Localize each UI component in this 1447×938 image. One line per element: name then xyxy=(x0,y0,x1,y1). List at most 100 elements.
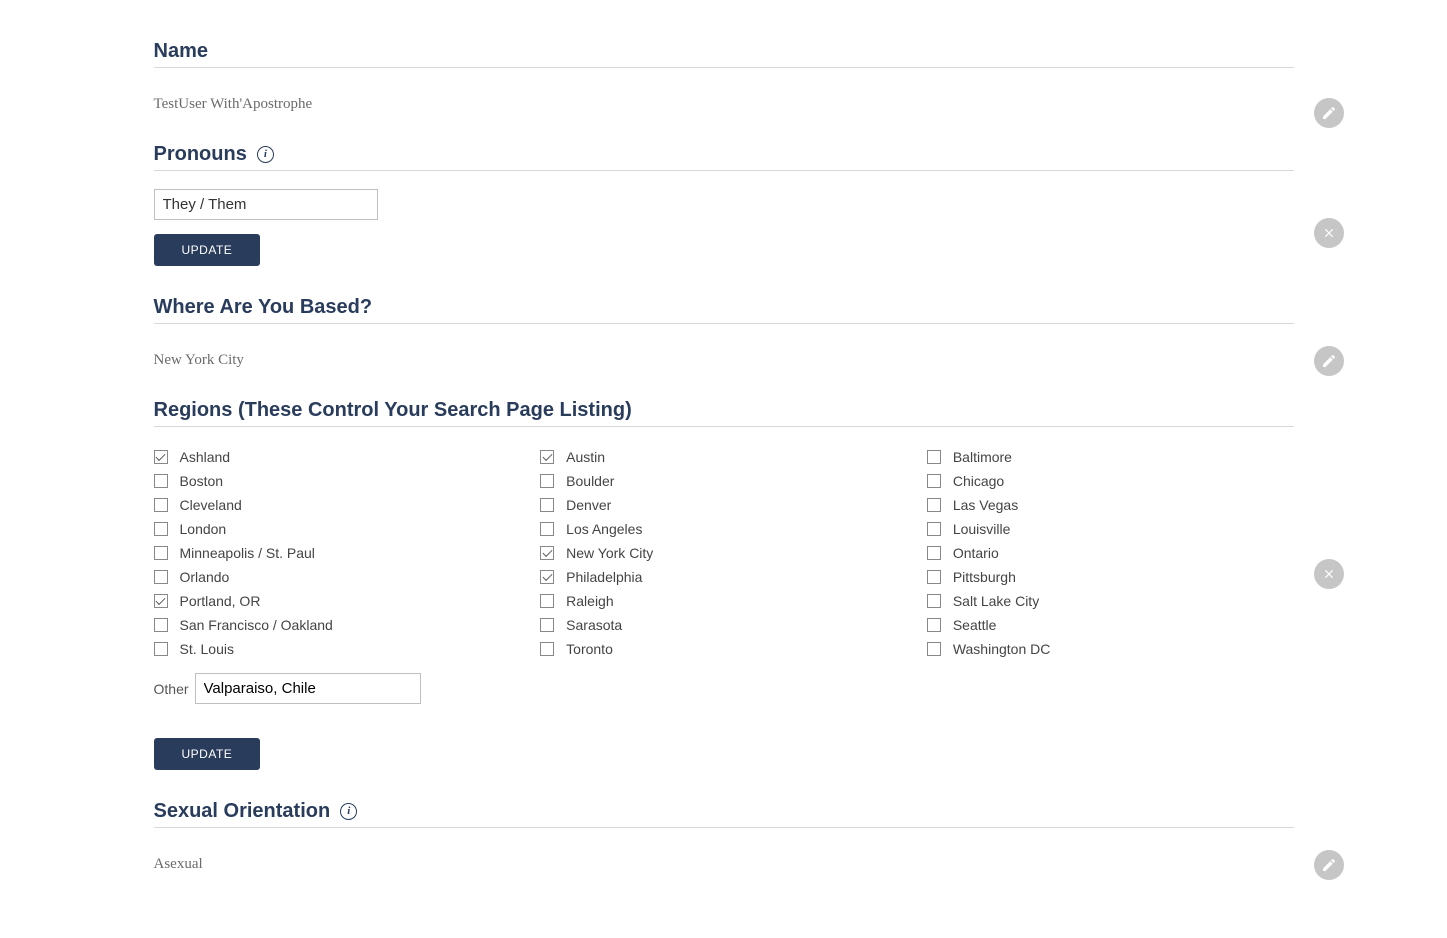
region-checkbox[interactable] xyxy=(154,474,168,488)
orientation-value: Asexual xyxy=(154,856,1294,873)
edit-orientation-button[interactable] xyxy=(1314,850,1344,880)
region-item: New York City xyxy=(540,541,907,565)
region-label: Sarasota xyxy=(566,617,622,633)
heading-orientation: Sexual Orientation i xyxy=(154,800,1294,828)
section-regions: Regions (These Control Your Search Page … xyxy=(154,399,1294,770)
region-checkbox[interactable] xyxy=(927,594,941,608)
region-item: Austin xyxy=(540,445,907,469)
region-checkbox[interactable] xyxy=(540,594,554,608)
region-checkbox[interactable] xyxy=(154,570,168,584)
region-label: Denver xyxy=(566,497,611,513)
region-label: Pittsburgh xyxy=(953,569,1016,585)
region-checkbox[interactable] xyxy=(154,498,168,512)
region-label: Austin xyxy=(566,449,605,465)
region-item: Minneapolis / St. Paul xyxy=(154,541,521,565)
region-item: Raleigh xyxy=(540,589,907,613)
region-item: Sarasota xyxy=(540,613,907,637)
region-item: Baltimore xyxy=(927,445,1294,469)
region-item: San Francisco / Oakland xyxy=(154,613,521,637)
edit-based-button[interactable] xyxy=(1314,346,1344,376)
region-item: Orlando xyxy=(154,565,521,589)
region-checkbox[interactable] xyxy=(154,546,168,560)
region-item: Philadelphia xyxy=(540,565,907,589)
heading-based: Where Are You Based? xyxy=(154,296,1294,324)
region-item: Boston xyxy=(154,469,521,493)
region-label: Philadelphia xyxy=(566,569,642,585)
update-regions-button[interactable]: UPDATE xyxy=(154,738,261,770)
other-label: Other xyxy=(154,681,189,697)
region-label: Salt Lake City xyxy=(953,593,1039,609)
section-pronouns: Pronouns i UPDATE xyxy=(154,143,1294,266)
region-label: Baltimore xyxy=(953,449,1012,465)
region-label: Las Vegas xyxy=(953,497,1018,513)
region-item: Denver xyxy=(540,493,907,517)
region-label: Chicago xyxy=(953,473,1004,489)
region-item: Louisville xyxy=(927,517,1294,541)
region-checkbox[interactable] xyxy=(154,594,168,608)
region-item: Salt Lake City xyxy=(927,589,1294,613)
region-checkbox[interactable] xyxy=(927,498,941,512)
region-label: Louisville xyxy=(953,521,1011,537)
region-checkbox[interactable] xyxy=(927,522,941,536)
region-checkbox[interactable] xyxy=(540,546,554,560)
region-checkbox[interactable] xyxy=(927,570,941,584)
close-icon xyxy=(1322,567,1336,581)
region-item: Las Vegas xyxy=(927,493,1294,517)
region-label: Toronto xyxy=(566,641,613,657)
other-row: Other xyxy=(154,673,1294,704)
region-item: Cleveland xyxy=(154,493,521,517)
region-checkbox[interactable] xyxy=(154,618,168,632)
heading-pronouns-text: Pronouns xyxy=(154,143,247,166)
info-icon[interactable]: i xyxy=(340,803,357,820)
region-label: Seattle xyxy=(953,617,997,633)
region-checkbox[interactable] xyxy=(154,642,168,656)
region-label: Raleigh xyxy=(566,593,613,609)
region-item: Washington DC xyxy=(927,637,1294,661)
region-checkbox[interactable] xyxy=(927,450,941,464)
region-item: Toronto xyxy=(540,637,907,661)
heading-regions: Regions (These Control Your Search Page … xyxy=(154,399,1294,427)
close-pronouns-button[interactable] xyxy=(1314,218,1344,248)
region-checkbox[interactable] xyxy=(927,474,941,488)
region-checkbox[interactable] xyxy=(154,522,168,536)
close-regions-button[interactable] xyxy=(1314,559,1344,589)
update-pronouns-button[interactable]: UPDATE xyxy=(154,234,261,266)
section-orientation: Sexual Orientation i Asexual xyxy=(154,800,1294,873)
regions-grid: Ashland Austin Baltimore Boston Boulder Chica… xyxy=(154,445,1294,661)
region-checkbox[interactable] xyxy=(540,618,554,632)
region-label: Boston xyxy=(180,473,224,489)
region-checkbox[interactable] xyxy=(540,450,554,464)
region-checkbox[interactable] xyxy=(540,642,554,656)
region-label: Washington DC xyxy=(953,641,1051,657)
region-label: Cleveland xyxy=(180,497,242,513)
region-checkbox[interactable] xyxy=(154,450,168,464)
pronouns-input[interactable] xyxy=(154,189,378,220)
region-label: London xyxy=(180,521,227,537)
region-checkbox[interactable] xyxy=(927,618,941,632)
region-checkbox[interactable] xyxy=(927,546,941,560)
region-item: Portland, OR xyxy=(154,589,521,613)
region-label: New York City xyxy=(566,545,653,561)
region-checkbox[interactable] xyxy=(540,522,554,536)
region-label: Boulder xyxy=(566,473,614,489)
other-region-input[interactable] xyxy=(195,673,421,704)
region-label: San Francisco / Oakland xyxy=(180,617,333,633)
region-label: Ontario xyxy=(953,545,999,561)
edit-name-button[interactable] xyxy=(1314,98,1344,128)
region-item: Boulder xyxy=(540,469,907,493)
region-checkbox[interactable] xyxy=(927,642,941,656)
name-value: TestUser With'Apostrophe xyxy=(154,96,1294,113)
region-label: Los Angeles xyxy=(566,521,642,537)
heading-pronouns: Pronouns i xyxy=(154,143,1294,171)
region-label: Ashland xyxy=(180,449,231,465)
based-value: New York City xyxy=(154,352,1294,369)
region-item: Seattle xyxy=(927,613,1294,637)
region-checkbox[interactable] xyxy=(540,498,554,512)
pencil-icon xyxy=(1321,857,1337,873)
region-item: St. Louis xyxy=(154,637,521,661)
region-checkbox[interactable] xyxy=(540,474,554,488)
heading-name: Name xyxy=(154,40,1294,68)
region-label: Minneapolis / St. Paul xyxy=(180,545,315,561)
info-icon[interactable]: i xyxy=(257,146,274,163)
region-checkbox[interactable] xyxy=(540,570,554,584)
